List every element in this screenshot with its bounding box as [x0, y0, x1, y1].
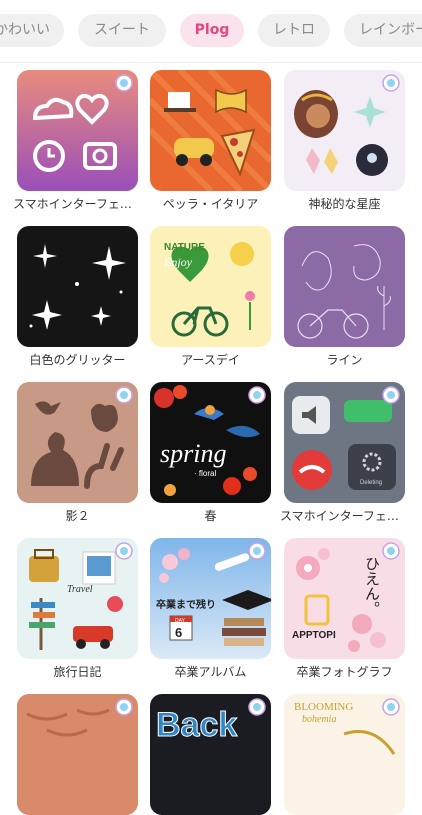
- premium-badge-icon: [382, 698, 400, 716]
- tab-kawaii[interactable]: かわいい: [0, 14, 64, 47]
- thumbnail-bella-italia: [150, 70, 271, 191]
- thumbnail-shadow-2: [17, 382, 138, 503]
- thumbnail-row5-3: BLOOMING bohemia: [284, 694, 405, 815]
- thumbnail-graduation-photograph: ひえん。 APPTOPI: [284, 538, 405, 659]
- tab-plog[interactable]: Plog: [180, 14, 244, 47]
- template-caption: スマホインターフェース: [280, 509, 409, 523]
- template-caption: アースデイ: [181, 353, 240, 367]
- thumbnail-white-glitter: [17, 226, 138, 347]
- thumbnail-row5-2: Back: [150, 694, 271, 815]
- thumbnail-mystic-constellation: [284, 70, 405, 191]
- svg-text:卒業まで残り: 卒業まで残り: [156, 598, 216, 611]
- premium-badge-icon: [115, 542, 133, 560]
- svg-text:Travel: Travel: [67, 584, 93, 595]
- svg-text:Deleting: Deleting: [360, 480, 382, 486]
- svg-text:bohemia: bohemia: [302, 714, 336, 725]
- premium-badge-icon: [115, 386, 133, 404]
- svg-text:BLOOMING: BLOOMING: [294, 701, 353, 713]
- thumbnail-phone-interface: [17, 70, 138, 191]
- thumbnail-graduation-album: 卒業まで残り DAY 6: [150, 538, 271, 659]
- template-caption: 旅行日記: [53, 665, 102, 679]
- premium-badge-icon: [248, 698, 266, 716]
- svg-text:NATURE: NATURE: [164, 242, 205, 253]
- tab-sweet[interactable]: スイート: [78, 14, 166, 47]
- svg-text:Back: Back: [156, 706, 237, 744]
- template-caption: 春: [204, 509, 217, 523]
- svg-text:ひえん。: ひえん。: [363, 556, 381, 616]
- template-caption: 神秘的な星座: [308, 197, 381, 211]
- template-caption: スマホインターフェース: [13, 197, 142, 211]
- thumbnail-phone-interface-2: Deleting: [284, 382, 405, 503]
- thumbnail-earth-day: NATURE Enjoy: [150, 226, 271, 347]
- svg-text:6: 6: [175, 625, 182, 640]
- template-caption: ライン: [326, 353, 363, 367]
- thumbnail-row5-1: [17, 694, 138, 815]
- premium-badge-icon: [382, 74, 400, 92]
- premium-badge-icon: [382, 386, 400, 404]
- template-caption: 卒業フォトグラフ: [296, 665, 393, 679]
- template-caption: 影２: [65, 509, 90, 523]
- template-caption: 白色のグリッター: [29, 353, 126, 367]
- svg-text:· floral: · floral: [194, 469, 216, 478]
- tab-rainbow[interactable]: レインボー: [344, 14, 422, 47]
- template-caption: ペッラ・イタリア: [162, 197, 259, 211]
- thumbnail-travel-diary: Travel: [17, 538, 138, 659]
- premium-badge-icon: [115, 74, 133, 92]
- thumbnail-line: [284, 226, 405, 347]
- template-caption: 卒業アルバム: [174, 665, 247, 679]
- svg-text:APPTOPI: APPTOPI: [292, 630, 336, 641]
- premium-badge-icon: [248, 542, 266, 560]
- premium-badge-icon: [115, 698, 133, 716]
- tab-retro[interactable]: レトロ: [258, 14, 330, 47]
- premium-badge-icon: [382, 542, 400, 560]
- thumbnail-spring: spring · floral: [150, 382, 271, 503]
- svg-text:spring: spring: [160, 439, 226, 468]
- category-tab-bar: かわいい スイート Plog レトロ レインボー: [0, 0, 422, 63]
- svg-text:DAY: DAY: [175, 618, 186, 624]
- premium-badge-icon: [248, 386, 266, 404]
- svg-text:Enjoy: Enjoy: [163, 255, 193, 269]
